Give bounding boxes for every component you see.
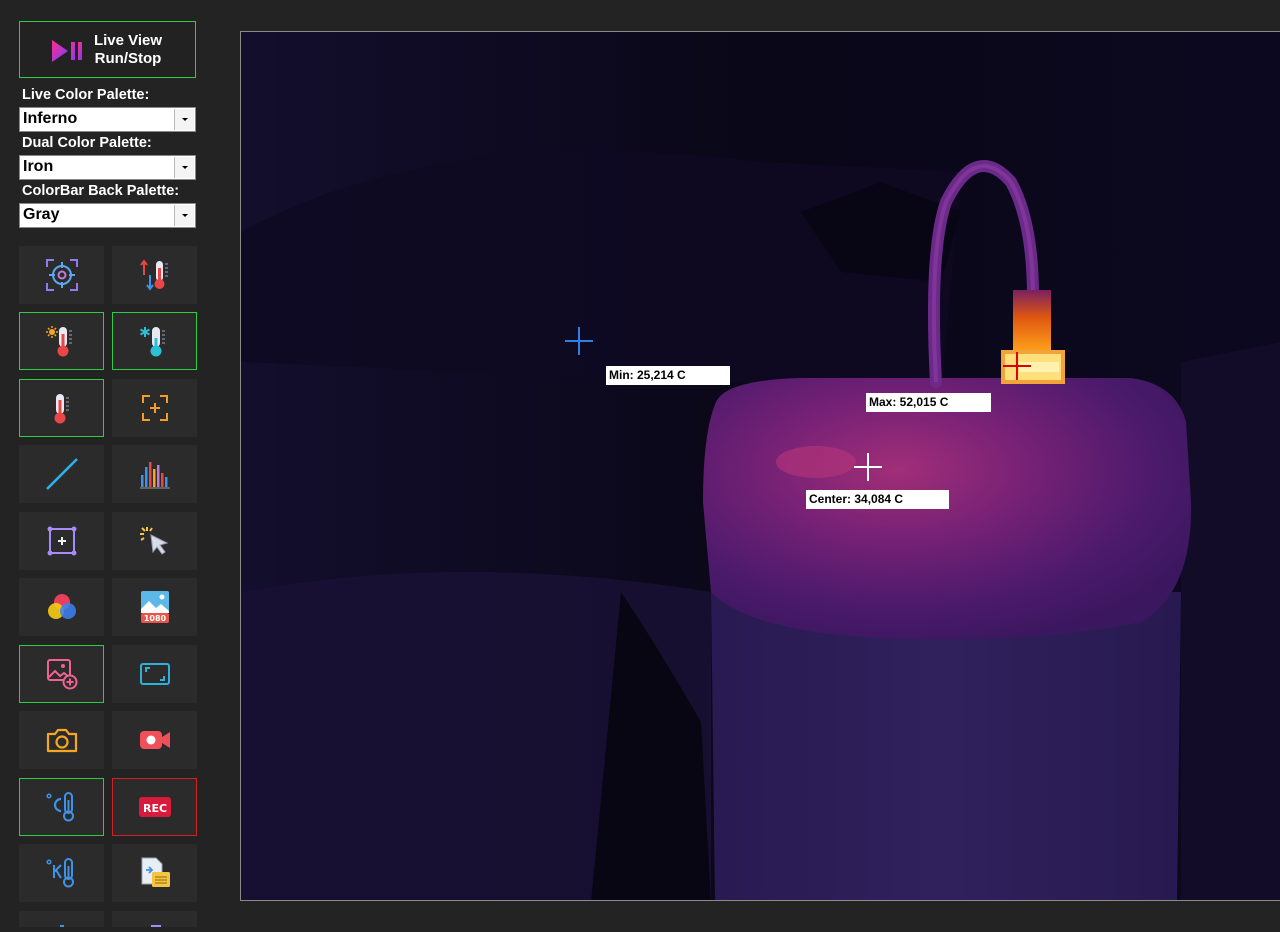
focus-plus-icon [141, 395, 168, 421]
rec-icon: REC [138, 797, 171, 817]
pointer-tool-button[interactable] [112, 512, 197, 570]
chevron-down-icon[interactable] [174, 157, 194, 178]
frame-ratio-button[interactable] [112, 645, 197, 703]
live-color-palette-label: Live Color Palette: [22, 87, 150, 103]
celsius-unit-button[interactable] [19, 778, 104, 836]
rec-badge-text: REC [142, 802, 166, 815]
run-button-line1: Live View [93, 32, 163, 49]
more-tool-button[interactable] [19, 911, 104, 927]
snapshot-button[interactable] [19, 711, 104, 769]
dual-color-palette-label: Dual Color Palette: [22, 135, 152, 151]
dual-color-palette-value: Iron [23, 158, 54, 175]
cold-spot-button[interactable] [112, 312, 197, 370]
temperature-swap-button[interactable] [112, 246, 197, 304]
add-image-icon [46, 659, 77, 690]
thermometer-swap-icon [139, 259, 168, 291]
cursor-click-icon [139, 527, 168, 555]
center-temperature-label: Center: 34,084 C [806, 490, 949, 509]
more-tool-button-2[interactable] [112, 911, 197, 927]
add-image-button[interactable] [19, 645, 104, 703]
chevron-down-icon[interactable] [174, 109, 194, 130]
image-1080-badge: 1080 [143, 614, 166, 623]
rec-button[interactable]: REC [112, 778, 197, 836]
max-temperature-label: Max: 52,015 C [866, 393, 991, 412]
celsius-thermometer-icon [45, 792, 74, 822]
video-record-icon [139, 731, 170, 749]
histogram-icon [139, 462, 170, 489]
focus-add-button[interactable] [112, 379, 197, 437]
area-select-icon [47, 526, 76, 556]
kelvin-thermometer-icon [45, 858, 74, 888]
thermometer-hot-icon [45, 326, 72, 357]
thermometer-icon [54, 394, 69, 424]
hd-image-button[interactable]: 1080 [112, 578, 197, 636]
colorbar-back-palette-value: Gray [23, 206, 60, 223]
center-temperature-button[interactable] [19, 379, 104, 437]
run-button-line2: Run/Stop [94, 50, 162, 67]
color-circles-icon [47, 594, 76, 619]
image-1080-icon: 1080 [140, 591, 169, 623]
live-color-palette-value: Inferno [23, 110, 78, 127]
hot-spot-button[interactable] [19, 312, 104, 370]
live-color-palette-select[interactable]: Inferno [19, 107, 196, 132]
colorbar-back-palette-select[interactable]: Gray [19, 203, 196, 228]
kelvin-unit-button[interactable] [19, 844, 104, 902]
colorbar-back-palette-label: ColorBar Back Palette: [22, 183, 180, 199]
camera-icon [46, 728, 77, 753]
line-tool-button[interactable] [19, 445, 104, 503]
live-view-run-stop-button[interactable]: Live View Run/Stop [19, 21, 196, 78]
run-button-label: Live View Run/Stop [78, 32, 178, 68]
export-data-button[interactable] [112, 844, 197, 902]
dual-color-palette-select[interactable]: Iron [19, 155, 196, 180]
thermal-image [241, 32, 1280, 900]
aspect-frame-icon [139, 663, 170, 685]
line-measure-icon [45, 458, 78, 490]
more-tool-icon [150, 925, 161, 927]
thermometer-cold-icon [139, 327, 165, 357]
histogram-button[interactable] [112, 445, 197, 503]
thermal-image-viewport[interactable]: Min: 25,214 C Max: 52,015 C Center: 34,0… [240, 31, 1280, 901]
color-mode-button[interactable] [19, 578, 104, 636]
area-tool-button[interactable] [19, 512, 104, 570]
target-crosshair-icon [45, 259, 78, 291]
chevron-down-icon[interactable] [174, 205, 194, 226]
video-record-button[interactable] [112, 711, 197, 769]
min-temperature-label: Min: 25,214 C [606, 366, 730, 385]
target-tool-button[interactable] [19, 246, 104, 304]
sidebar: Live View Run/Stop Live Color Palette: I… [0, 0, 225, 932]
more-tool-icon [59, 925, 64, 927]
export-data-icon [141, 857, 170, 887]
